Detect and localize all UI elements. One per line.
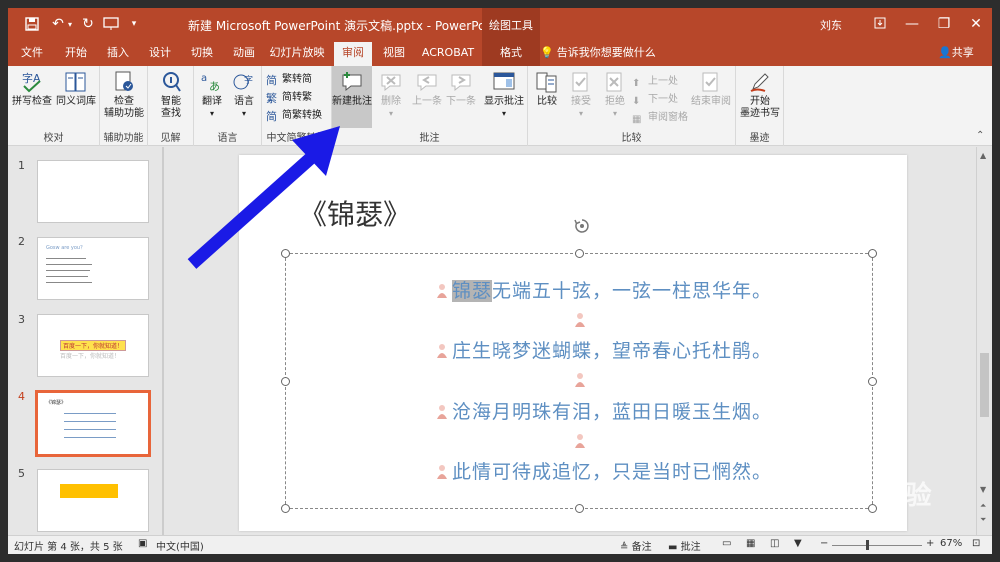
watermark-url: jingyan.baidu.com <box>776 512 887 526</box>
watermark-brand: Bai du 经验 <box>770 481 933 511</box>
arrow-shaft <box>187 143 327 269</box>
baidu-watermark: Bai du 经验 jingyan.baidu.com <box>770 475 933 526</box>
